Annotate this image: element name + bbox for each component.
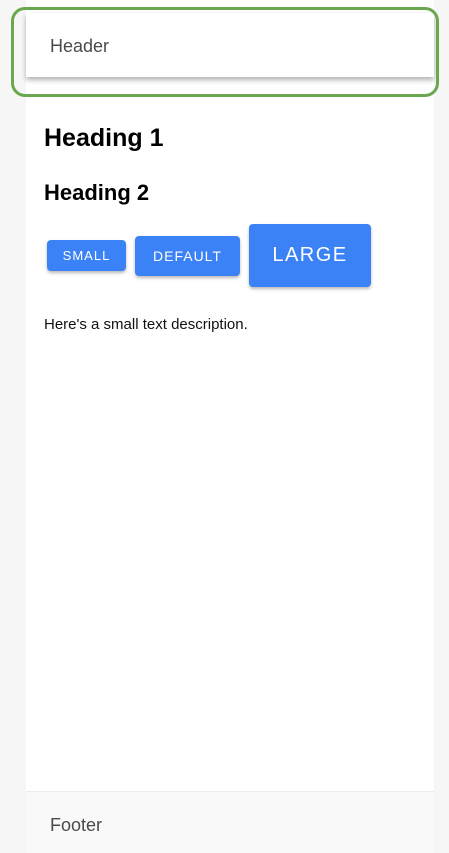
- app-footer: Footer: [26, 791, 434, 853]
- description-text: Here's a small text description.: [44, 316, 248, 333]
- app-header: Header: [26, 13, 434, 77]
- right-gutter: [434, 0, 449, 853]
- heading-2: Heading 2: [44, 180, 150, 205]
- header-title: Header: [50, 36, 110, 56]
- footer-title: Footer: [50, 815, 103, 835]
- heading-1: Heading 1: [44, 124, 164, 152]
- default-button[interactable]: DEFAULT: [135, 236, 240, 276]
- large-button[interactable]: LARGE: [249, 224, 371, 287]
- small-button[interactable]: SMALL: [47, 240, 126, 271]
- left-gutter: [0, 0, 26, 853]
